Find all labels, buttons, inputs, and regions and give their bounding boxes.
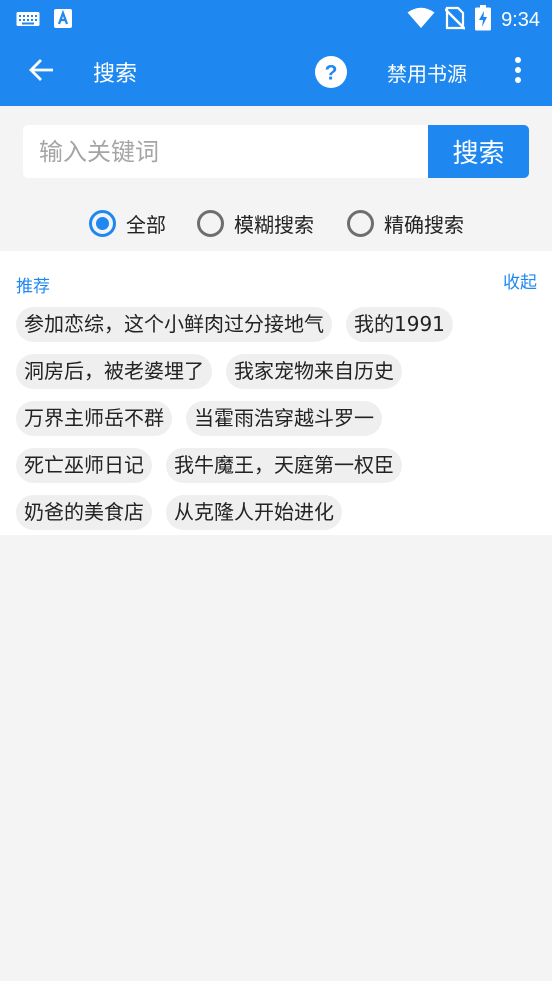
tag-row: 洞房后，被老婆埋了 我家宠物来自历史 — [16, 354, 536, 389]
recommend-tag[interactable]: 奶爸的美食店 — [16, 495, 152, 530]
mode-option-exact[interactable]: 精确搜索 — [347, 203, 464, 243]
search-input[interactable] — [23, 125, 428, 178]
wifi-icon — [407, 7, 435, 33]
tag-row: 参加恋综，这个小鲜肉过分接地气 我的1991 — [16, 307, 536, 342]
mode-label-fuzzy: 模糊搜索 — [234, 212, 314, 237]
radio-unchecked-icon — [197, 209, 224, 237]
help-button[interactable]: ? — [312, 53, 350, 91]
mode-label-all: 全部 — [126, 212, 166, 237]
tag-row: 死亡巫师日记 我牛魔王，天庭第一权臣 — [16, 448, 536, 483]
recommend-tag[interactable]: 从克隆人开始进化 — [166, 495, 342, 530]
search-bar: 搜索 — [23, 125, 529, 178]
recommend-panel: 推荐 收起 参加恋综，这个小鲜肉过分接地气 我的1991 洞房后，被老婆埋了 我… — [0, 251, 552, 535]
help-circle-icon: ? — [312, 56, 350, 95]
recommend-tag[interactable]: 我家宠物来自历史 — [226, 354, 402, 389]
recommend-title: 推荐 — [16, 277, 50, 297]
page-title: 搜索 — [93, 62, 138, 87]
mode-option-all[interactable]: 全部 — [89, 203, 166, 243]
disable-source-button[interactable]: 禁用书源 — [387, 58, 467, 87]
a-notification-icon — [54, 9, 72, 32]
status-time: 9:34 — [501, 8, 540, 31]
tag-row: 万界主师岳不群 当霍雨浩穿越斗罗一 — [16, 401, 536, 436]
keyboard-icon — [16, 11, 40, 31]
battery-charging-icon — [475, 5, 492, 35]
recommend-tag[interactable]: 万界主师岳不群 — [16, 401, 172, 436]
recommend-tag[interactable]: 当霍雨浩穿越斗罗一 — [186, 401, 382, 436]
svg-text:?: ? — [325, 62, 338, 85]
recommend-tag[interactable]: 我牛魔王，天庭第一权臣 — [166, 448, 402, 483]
recommend-tag[interactable]: 洞房后，被老婆埋了 — [16, 354, 212, 389]
app-bar: 9:34 搜索 ? 禁用书源 — [0, 0, 552, 106]
no-sim-icon — [444, 6, 466, 34]
recommend-tag[interactable]: 参加恋综，这个小鲜肉过分接地气 — [16, 307, 332, 342]
tag-row: 奶爸的美食店 从克隆人开始进化 — [16, 495, 536, 530]
search-mode-group: 全部 模糊搜索 精确搜索 — [0, 203, 552, 243]
mode-option-fuzzy[interactable]: 模糊搜索 — [197, 203, 314, 243]
recommend-tags: 参加恋综，这个小鲜肉过分接地气 我的1991 洞房后，被老婆埋了 我家宠物来自历… — [16, 307, 536, 542]
more-options-button[interactable] — [506, 54, 530, 90]
toolbar: 搜索 ? 禁用书源 — [0, 36, 552, 106]
recommend-tag[interactable]: 我的1991 — [346, 307, 453, 342]
recommend-tag[interactable]: 死亡巫师日记 — [16, 448, 152, 483]
search-button[interactable]: 搜索 — [428, 125, 529, 178]
mode-label-exact: 精确搜索 — [384, 212, 464, 237]
back-button[interactable] — [20, 50, 64, 94]
radio-checked-icon — [89, 209, 116, 237]
more-vert-icon — [514, 56, 522, 88]
arrow-left-icon — [29, 58, 55, 86]
status-bar: 9:34 — [0, 0, 552, 36]
collapse-button[interactable]: 收起 — [503, 268, 537, 293]
radio-unchecked-icon — [347, 209, 374, 237]
